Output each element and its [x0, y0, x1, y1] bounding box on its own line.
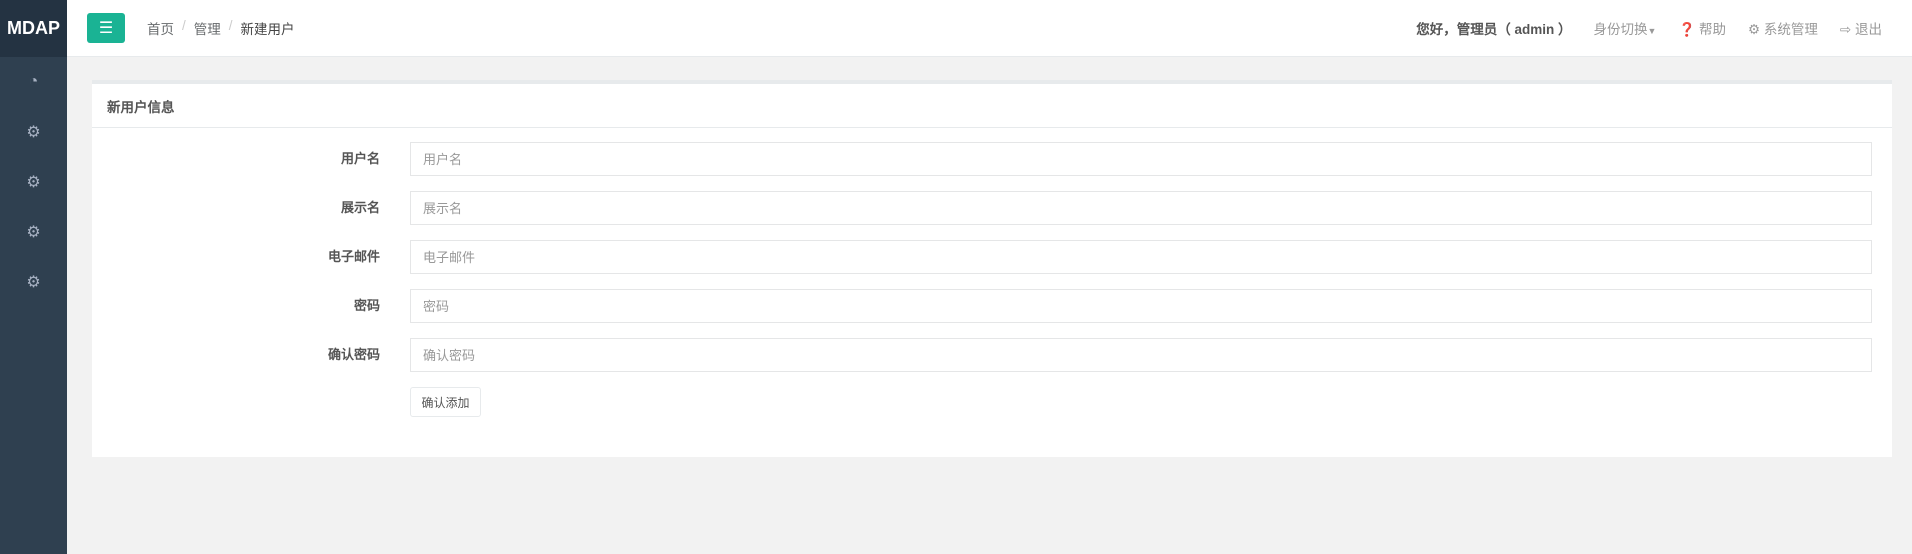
- switch-identity-label: 身份切换: [1593, 22, 1648, 37]
- hamburger-icon: ☰: [98, 20, 114, 37]
- email-label: 电子邮件: [327, 249, 380, 264]
- logout-label: 退出: [1855, 22, 1882, 37]
- system-admin-label: 系统管理: [1763, 22, 1818, 37]
- dashboard-icon[interactable]: ◔: [0, 57, 67, 107]
- system-admin-link[interactable]: ⚙ 系统管理: [1748, 18, 1818, 38]
- caret-down-icon: ▼: [1647, 26, 1657, 36]
- gear-icon: ⚙: [1748, 22, 1761, 37]
- username-input[interactable]: [410, 142, 1872, 176]
- logo: MDAP: [0, 0, 67, 57]
- username-row: 用户名: [92, 142, 1892, 176]
- password-row: 密码: [92, 289, 1892, 323]
- email-row: 电子邮件: [92, 240, 1892, 274]
- gear-icon[interactable]: ⚙: [0, 207, 67, 257]
- password-input[interactable]: [410, 289, 1872, 323]
- breadcrumb-separator: /: [182, 18, 186, 33]
- sign-out-icon: ⇨: [1839, 22, 1852, 37]
- menu-toggle-button[interactable]: ☰: [87, 13, 125, 43]
- display-name-input[interactable]: [410, 191, 1872, 225]
- new-user-panel: 新用户信息 用户名 展示名 电子邮件 密码 确认密码 确认添加: [92, 80, 1892, 457]
- greeting: 您好，管理员（ admin ）: [1416, 22, 1572, 37]
- breadcrumb-manage[interactable]: 管理: [194, 18, 221, 38]
- breadcrumb-current: 新建用户: [240, 22, 295, 37]
- confirm-password-label: 确认密码: [327, 347, 380, 362]
- confirm-password-input[interactable]: [410, 338, 1872, 372]
- gear-icon[interactable]: ⚙: [0, 257, 67, 307]
- switch-identity-dropdown[interactable]: 身份切换▼: [1594, 18, 1657, 38]
- sidebar: MDAP ◔ ⚙ ⚙ ⚙ ⚙: [0, 0, 67, 554]
- confirm-add-button[interactable]: 确认添加: [410, 387, 481, 417]
- top-header: ☰ 首页 / 管理 / 新建用户 您好，管理员（ admin ） 身份切换▼ ❓ 帮…: [67, 0, 1912, 57]
- display-name-label: 展示名: [340, 200, 380, 215]
- confirm-password-row: 确认密码: [92, 338, 1892, 372]
- display-name-row: 展示名: [92, 191, 1892, 225]
- question-circle-icon: ❓: [1678, 22, 1696, 37]
- breadcrumb: 首页 / 管理 / 新建用户: [147, 18, 295, 38]
- breadcrumb-separator: /: [228, 18, 233, 33]
- help-link[interactable]: ❓ 帮助: [1678, 18, 1726, 38]
- logout-link[interactable]: ⇨ 退出: [1840, 18, 1882, 38]
- help-label: 帮助: [1699, 22, 1727, 37]
- gear-icon[interactable]: ⚙: [0, 157, 67, 207]
- email-input[interactable]: [410, 240, 1872, 274]
- gear-icon[interactable]: ⚙: [0, 107, 67, 157]
- breadcrumb-home[interactable]: 首页: [147, 18, 174, 38]
- username-label: 用户名: [340, 151, 380, 166]
- panel-title: 新用户信息: [92, 84, 1892, 128]
- password-label: 密码: [353, 298, 380, 313]
